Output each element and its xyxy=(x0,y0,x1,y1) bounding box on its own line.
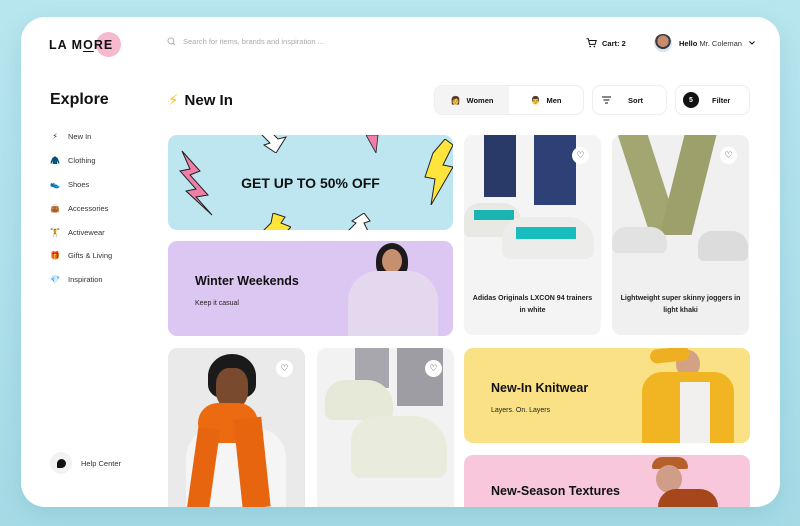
gift-icon: 🎁 xyxy=(50,251,60,261)
sidebar-item-shoes[interactable]: 👟 Shoes xyxy=(50,173,112,197)
search-icon xyxy=(167,37,176,46)
user-name: Mr. Coleman xyxy=(699,38,742,48)
model-image xyxy=(642,348,734,443)
favorite-button[interactable]: ♡ xyxy=(425,360,442,377)
favorite-button[interactable]: ♡ xyxy=(276,360,293,377)
winter-weekends-banner[interactable]: Winter Weekends Keep it casual xyxy=(168,241,453,336)
handbag-icon: 👜 xyxy=(50,203,60,213)
banner-subtitle: Layers. On. Layers xyxy=(491,407,551,414)
brand-logo[interactable]: LA MORE xyxy=(49,32,121,57)
gender-toggle: 👩 Women 👨 Men xyxy=(434,85,584,115)
sidebar-item-accessories[interactable]: 👜 Accessories xyxy=(50,196,112,220)
tab-men[interactable]: 👨 Men xyxy=(509,86,583,114)
shoe-icon: 👟 xyxy=(50,179,60,189)
pink-bolt-decoration xyxy=(179,150,213,216)
man-icon: 👨 xyxy=(530,95,541,105)
user-menu[interactable]: Hello Mr. Coleman xyxy=(654,34,755,52)
sidebar-item-clothing[interactable]: 🧥 Clothing xyxy=(50,149,112,173)
gem-icon: 💎 xyxy=(50,275,60,285)
coat-icon: 🧥 xyxy=(50,156,60,166)
filter-button[interactable]: 5 Filter xyxy=(675,85,750,115)
white-bolt-decoration xyxy=(261,135,288,153)
knitwear-banner[interactable]: New-In Knitwear Layers. On. Layers xyxy=(464,348,750,443)
favorite-button[interactable]: ♡ xyxy=(720,147,737,164)
product-title: Lightweight super skinny joggers in ligh… xyxy=(620,295,741,314)
sidebar-item-activewear[interactable]: 🏋 Activewear xyxy=(50,220,112,244)
heart-icon: ♡ xyxy=(576,150,585,160)
pink-bolt-decoration xyxy=(366,135,379,153)
cart-label: Cart: 2 xyxy=(602,38,626,48)
textures-banner[interactable]: New-Season Textures xyxy=(464,455,750,507)
heart-icon: ♡ xyxy=(724,150,733,160)
product-card[interactable]: ♡ xyxy=(317,348,454,507)
sidebar-item-new-in[interactable]: ⚡ New In xyxy=(50,125,112,149)
heart-icon: ♡ xyxy=(280,363,289,373)
yellow-bolt-decoration xyxy=(263,213,291,230)
promo-text: GET UP TO 50% OFF xyxy=(241,174,380,191)
cart-button[interactable]: Cart: 2 xyxy=(586,38,626,48)
help-center-link[interactable]: Help Center xyxy=(50,452,121,474)
favorite-button[interactable]: ♡ xyxy=(572,147,589,164)
product-card[interactable]: ♡ xyxy=(168,348,305,507)
white-bolt-decoration xyxy=(348,213,371,230)
product-title: Adidas Originals LXCON 94 trainers in wh… xyxy=(472,295,593,314)
lightning-icon: ⚡ xyxy=(52,132,58,142)
app-window: LA MORE Cart: 2 Hello Mr. Coleman Explor… xyxy=(21,17,780,507)
cart-icon xyxy=(586,38,597,48)
chat-icon xyxy=(50,452,72,474)
lightning-icon: ⚡ xyxy=(168,92,179,109)
yellow-bolt-decoration xyxy=(424,139,453,205)
model-image xyxy=(644,455,724,507)
sidebar-title: Explore xyxy=(50,91,109,108)
search-bar[interactable] xyxy=(167,37,383,46)
product-card[interactable]: ♡ Lightweight super skinny joggers in li… xyxy=(612,135,749,335)
filter-count-badge: 5 xyxy=(683,92,699,108)
banner-title: New-Season Textures xyxy=(491,484,620,498)
heart-icon: ♡ xyxy=(429,363,438,373)
sidebar-item-gifts[interactable]: 🎁 Gifts & Living xyxy=(50,244,112,268)
page-title: ⚡ New In xyxy=(168,91,233,110)
sort-icon xyxy=(602,96,611,104)
sort-button[interactable]: Sort xyxy=(592,85,667,115)
model-image xyxy=(348,241,438,336)
avatar xyxy=(654,34,672,52)
sidebar-nav: ⚡ New In 🧥 Clothing 👟 Shoes 👜 Accessories 🏋 A… xyxy=(50,125,112,292)
promo-banner[interactable]: GET UP TO 50% OFF xyxy=(168,135,453,230)
banner-title: New-In Knitwear xyxy=(491,381,589,395)
weightlifter-icon: 🏋 xyxy=(50,227,60,237)
search-input[interactable] xyxy=(183,37,383,46)
sidebar-item-inspiration[interactable]: 💎 Inspiration xyxy=(50,268,112,292)
banner-subtitle: Keep it casual xyxy=(195,300,239,307)
banner-title: Winter Weekends xyxy=(195,274,299,288)
tab-women[interactable]: 👩 Women xyxy=(435,86,509,114)
chevron-down-icon xyxy=(749,41,755,45)
greeting: Hello xyxy=(679,38,698,48)
product-card[interactable]: ♡ Adidas Originals LXCON 94 trainers in … xyxy=(464,135,601,335)
woman-icon: 👩 xyxy=(450,95,461,105)
